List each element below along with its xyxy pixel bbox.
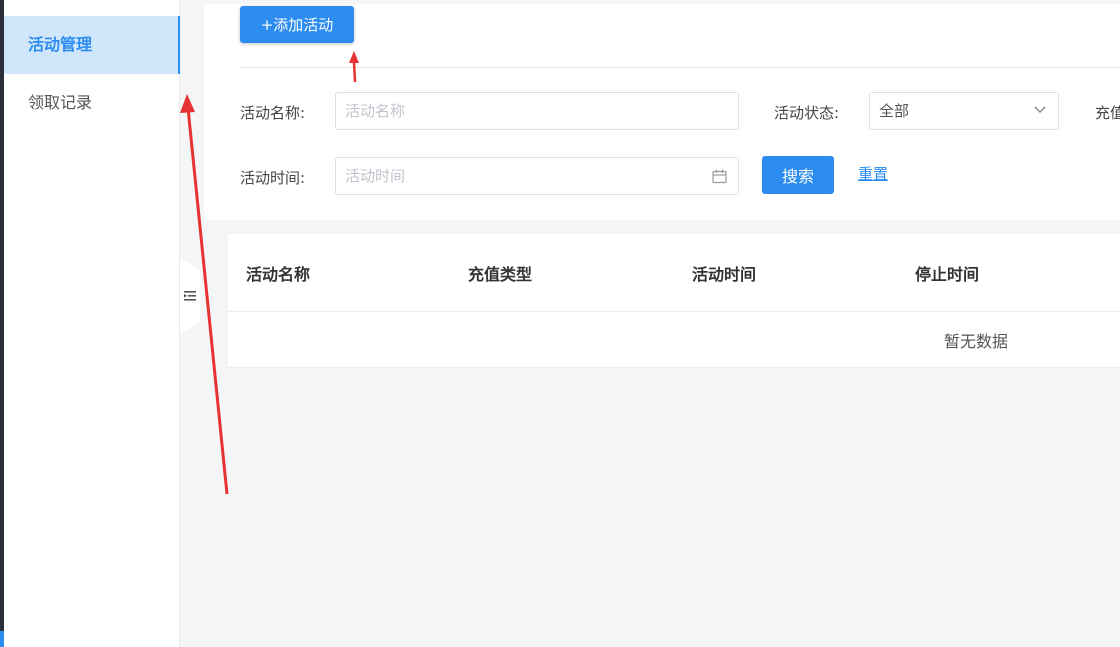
activity-status-value: 全部 bbox=[879, 102, 910, 120]
column-header-activity-name[interactable]: 活动名称 bbox=[246, 261, 310, 285]
reset-link[interactable]: 重置 bbox=[858, 163, 888, 184]
empty-state-text: 暂无数据 bbox=[944, 332, 1009, 351]
column-header-recharge-type[interactable]: 充值类型 bbox=[468, 261, 532, 285]
activity-name-input[interactable]: 活动名称 bbox=[335, 92, 739, 130]
sidebar-item-claim-records[interactable]: 领取记录 bbox=[4, 74, 180, 132]
sidebar: 活动管理 领取记录 bbox=[4, 0, 180, 647]
calendar-icon bbox=[712, 169, 727, 184]
table-header-divider bbox=[228, 311, 1120, 312]
activity-time-picker[interactable]: 活动时间 bbox=[335, 157, 739, 195]
menu-collapse-icon bbox=[184, 291, 196, 301]
activity-time-label: 活动时间: bbox=[240, 169, 306, 187]
activity-name-placeholder: 活动名称 bbox=[345, 102, 406, 120]
activity-table: 活动名称 充值类型 活动时间 停止时间 暂无数据 bbox=[228, 234, 1120, 368]
column-header-activity-time[interactable]: 活动时间 bbox=[692, 261, 756, 285]
chevron-down-icon bbox=[1034, 106, 1046, 114]
recharge-type-label: 充值 bbox=[1095, 104, 1120, 122]
column-header-stop-time[interactable]: 停止时间 bbox=[915, 261, 979, 285]
activity-time-placeholder: 活动时间 bbox=[345, 167, 406, 185]
filter-panel: +添加活动 活动名称: 活动名称 活动状态: 全部 充值 活动时间: 活动时间 … bbox=[204, 4, 1120, 220]
sidebar-item-label: 活动管理 bbox=[28, 35, 93, 54]
search-button[interactable]: 搜索 bbox=[762, 156, 834, 194]
sidebar-item-activity-management[interactable]: 活动管理 bbox=[4, 16, 180, 74]
activity-status-label: 活动状态: bbox=[774, 104, 840, 122]
add-activity-button[interactable]: +添加活动 bbox=[240, 6, 354, 43]
sidebar-collapse-toggle[interactable] bbox=[180, 258, 200, 334]
annotation-arrowhead-long bbox=[180, 94, 195, 113]
divider bbox=[240, 67, 1120, 68]
sidebar-item-label: 领取记录 bbox=[28, 93, 93, 112]
activity-name-label: 活动名称: bbox=[240, 104, 306, 122]
activity-status-select[interactable]: 全部 bbox=[869, 92, 1059, 130]
